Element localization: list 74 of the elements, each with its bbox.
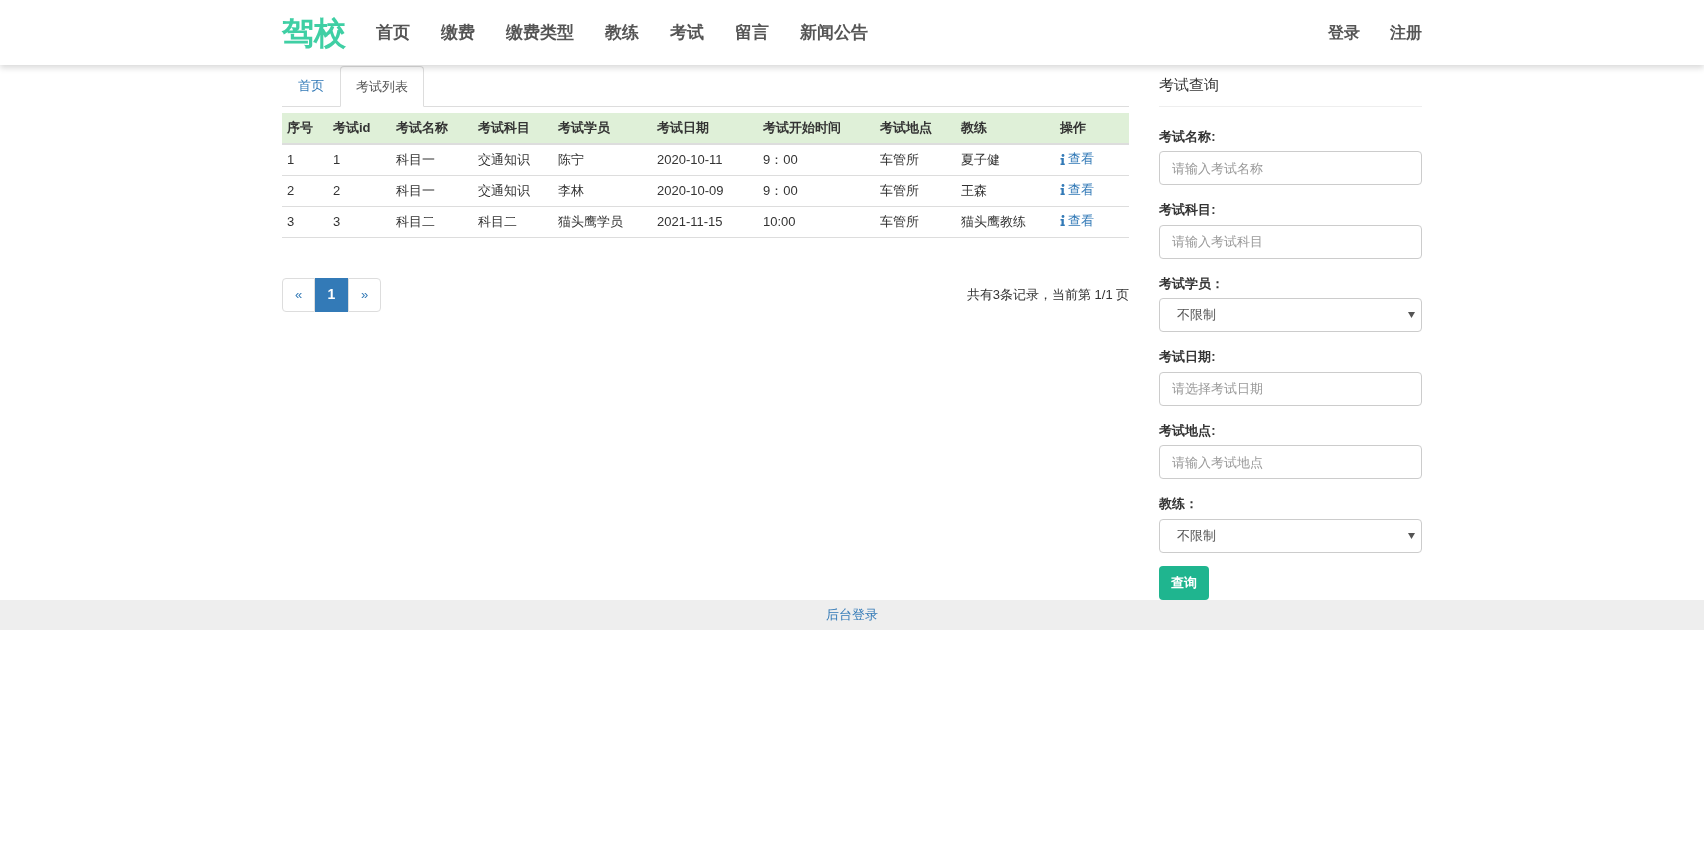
select-field[interactable]: 不限制: [1159, 298, 1422, 332]
column-header: 教练: [956, 113, 1055, 144]
input-field[interactable]: 请输入考试地点: [1159, 445, 1422, 479]
column-header: 考试名称: [391, 113, 473, 144]
field-label: 考试学员：: [1159, 274, 1226, 293]
table-cell: 2: [287, 182, 295, 198]
field-label: 考试地点:: [1159, 421, 1217, 440]
info-icon: [1060, 184, 1065, 196]
admin-login-link[interactable]: 后台登录: [826, 604, 878, 625]
table-cell: 1: [333, 152, 341, 167]
table-cell: 3: [287, 213, 295, 229]
table-cell: 交通知识: [478, 152, 530, 167]
table-cell: 猫头鹰教练: [961, 213, 1026, 229]
table-cell: 交通知识: [478, 182, 530, 198]
table-cell: 1: [287, 152, 295, 167]
info-icon: [1060, 215, 1065, 227]
view-link[interactable]: 查看: [1060, 180, 1094, 200]
input-field[interactable]: 请选择考试日期: [1159, 371, 1422, 406]
table-cell: 车管所: [880, 213, 919, 229]
select-field[interactable]: 不限制: [1159, 518, 1422, 553]
column-header: 序号: [282, 113, 328, 144]
table-cell: 车管所: [880, 182, 919, 198]
table-cell: 王森: [961, 182, 987, 198]
view-link[interactable]: 查看: [1060, 211, 1094, 231]
table-cell: 科目一: [396, 152, 435, 167]
column-header: 考试日期: [652, 113, 758, 144]
caret-icon: [1408, 312, 1415, 318]
nav-link[interactable]: 新闻公告: [800, 19, 868, 46]
panel-title: 考试查询: [1159, 74, 1422, 107]
table-cell: 9：00: [763, 152, 798, 167]
table-cell: 科目一: [396, 182, 435, 198]
column-header: 考试开始时间: [758, 113, 875, 144]
page-button[interactable]: 1: [315, 277, 348, 312]
table-cell: 车管所: [880, 152, 919, 167]
page-button[interactable]: »: [348, 277, 381, 312]
table-cell: 2021-11-15: [657, 213, 723, 229]
table-cell: 陈宁: [558, 152, 584, 167]
table-cell: 3: [333, 213, 341, 229]
tab[interactable]: 首页: [282, 65, 340, 106]
tab[interactable]: 考试列表: [340, 66, 424, 107]
nav-link[interactable]: 留言: [735, 19, 769, 46]
nav-link[interactable]: 首页: [376, 19, 410, 46]
column-header: 考试地点: [875, 113, 956, 144]
field-label: 教练：: [1159, 495, 1200, 513]
table-cell: 2020-10-11: [657, 152, 723, 167]
input-field[interactable]: 请输入考试名称: [1159, 151, 1422, 185]
nav-link[interactable]: 教练: [605, 19, 639, 46]
view-link[interactable]: 查看: [1060, 149, 1094, 169]
field-label: 考试科目:: [1159, 201, 1217, 219]
nav-link[interactable]: 考试: [670, 19, 704, 46]
table-cell: 9：00: [763, 182, 798, 198]
table-cell: 夏子健: [961, 152, 1000, 167]
column-header: 考试学员: [553, 113, 652, 144]
field-label: 考试日期:: [1159, 348, 1217, 366]
nav-link[interactable]: 注册: [1390, 20, 1422, 45]
table-cell: 猫头鹰学员: [558, 213, 623, 229]
column-header: 考试id: [328, 113, 391, 144]
column-header: 考试科目: [473, 113, 553, 144]
nav-link[interactable]: 缴费: [441, 19, 475, 46]
column-header: 操作: [1055, 113, 1130, 144]
table-cell: 李林: [558, 182, 584, 198]
table-cell: 科目二: [396, 213, 435, 229]
nav-link[interactable]: 缴费类型: [506, 19, 574, 46]
table-cell: 10:00: [763, 213, 796, 229]
table-cell: 2020-10-09: [657, 182, 724, 198]
caret-icon: [1408, 532, 1415, 539]
table-cell: 2: [333, 182, 341, 198]
nav-link[interactable]: 登录: [1328, 20, 1360, 45]
info-icon: [1060, 153, 1065, 165]
record-summary: 共有3条记录，当前第 1/1 页: [966, 285, 1130, 304]
page-button[interactable]: «: [282, 277, 315, 312]
table-cell: 科目二: [478, 213, 517, 229]
field-label: 考试名称:: [1159, 127, 1217, 146]
input-field[interactable]: 请输入考试科目: [1159, 224, 1422, 259]
